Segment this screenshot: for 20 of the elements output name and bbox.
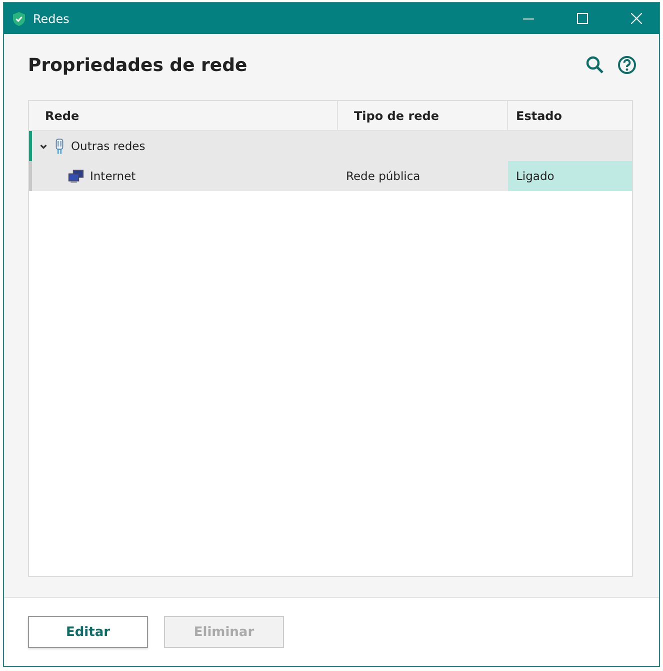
help-icon[interactable]	[617, 55, 637, 75]
search-icon[interactable]	[585, 55, 605, 75]
shield-icon	[13, 12, 25, 26]
column-header[interactable]: Tipo de rede	[338, 101, 508, 130]
close-icon[interactable]	[630, 13, 642, 24]
tree-row[interactable]: Internet Rede pública Ligado	[29, 161, 632, 191]
network-type: Rede pública	[346, 169, 420, 183]
edit-button[interactable]: Editar	[28, 616, 148, 648]
tree-row[interactable]: Outras redes	[29, 131, 632, 161]
status-cell: Ligado	[508, 161, 632, 191]
column-header[interactable]: Estado	[508, 101, 632, 130]
column-header[interactable]: Rede	[29, 101, 338, 130]
maximize-icon[interactable]	[576, 13, 588, 24]
network-name: Internet	[90, 169, 136, 183]
chevron-icon[interactable]	[39, 142, 48, 150]
plug-icon	[54, 138, 65, 154]
page-title: Propriedades de rede	[28, 54, 248, 76]
window-title: Redes	[33, 12, 70, 26]
computers-icon	[68, 168, 84, 184]
group-name: Outras redes	[71, 139, 146, 153]
